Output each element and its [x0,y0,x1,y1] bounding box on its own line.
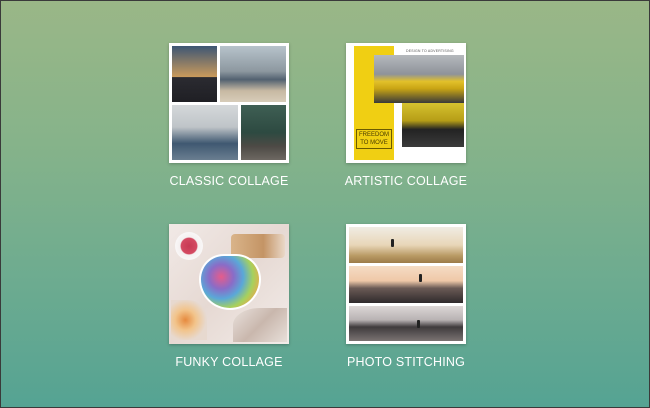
photo-strip [349,266,463,303]
thumbnail-small-text: DESIGN TO ADVERTISING [406,49,454,53]
photo-stitching-thumbnail[interactable] [346,224,466,344]
funky-collage-thumbnail[interactable] [169,224,289,344]
photo-tile [402,103,464,147]
donut-photo [171,300,207,340]
person-silhouette [391,239,394,247]
person-silhouette [419,274,422,282]
classic-collage-label[interactable]: CLASSIC COLLAGE [154,174,304,188]
photo-tile [374,55,464,103]
photo-strip [349,306,463,341]
collage-type-picker: CLASSIC COLLAGE DESIGN TO ADVERTISING FR… [0,0,650,408]
plate-photo [175,232,203,260]
photo-tile [172,46,217,102]
artistic-collage-label[interactable]: ARTISTIC COLLAGE [331,174,481,188]
photo-stitching-label[interactable]: PHOTO STITCHING [331,355,481,369]
classic-collage-thumbnail[interactable] [169,43,289,163]
person-silhouette [417,320,420,328]
photo-tile [220,46,286,102]
photo-tile [172,105,238,160]
thumbnail-caption: FREEDOM TO MOVE [356,129,392,149]
artistic-collage-thumbnail[interactable]: DESIGN TO ADVERTISING FREEDOM TO MOVE [346,43,466,163]
cookie-photo [233,308,287,342]
funky-collage-label[interactable]: FUNKY COLLAGE [154,355,304,369]
photo-tile [241,105,286,160]
photo-strip [349,227,463,263]
